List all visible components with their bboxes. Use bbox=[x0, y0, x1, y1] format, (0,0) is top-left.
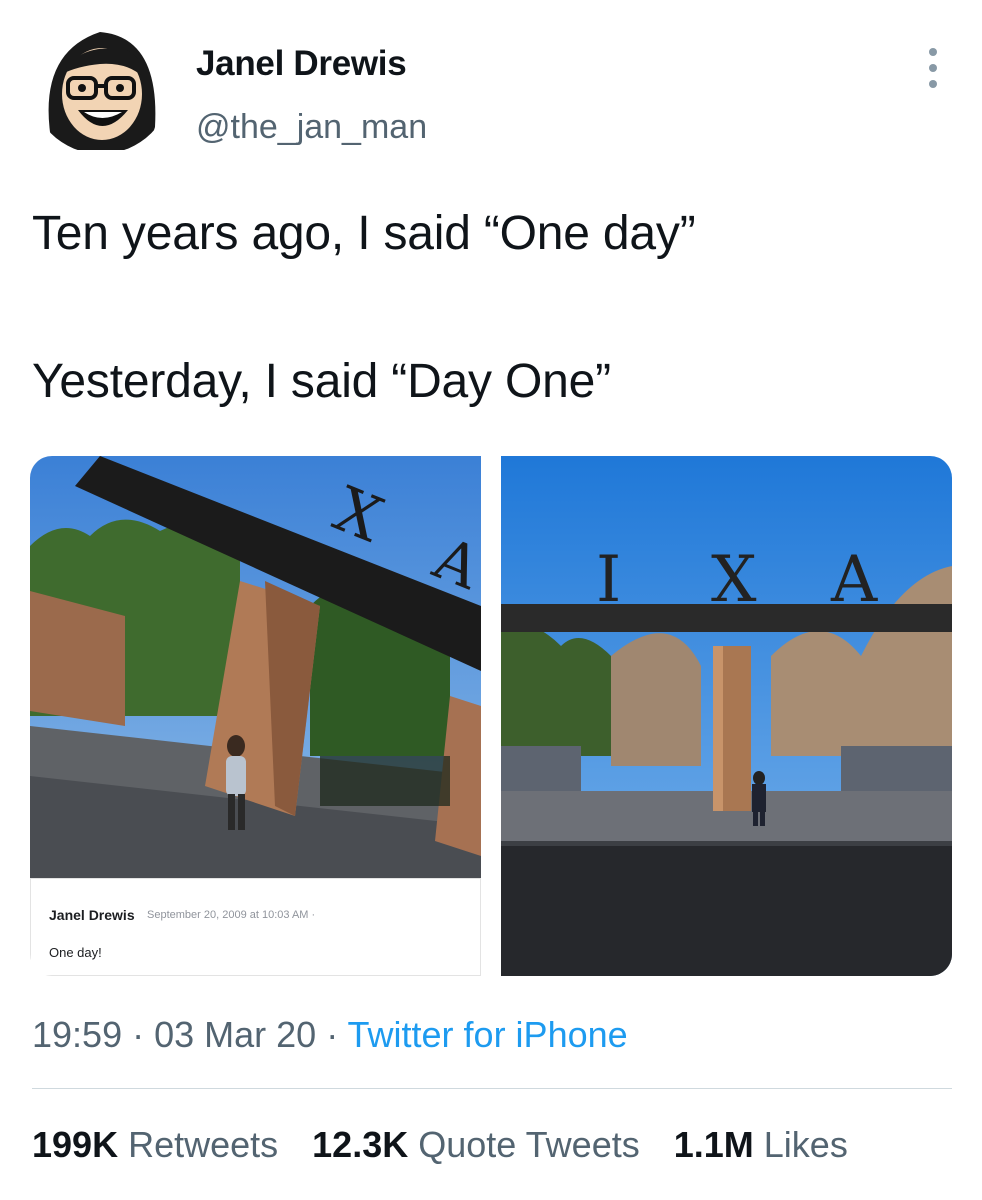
avatar[interactable] bbox=[30, 12, 172, 154]
quote-tweets-count: 12.3K bbox=[312, 1124, 409, 1165]
tweet-meta: 19:59 · 03 Mar 20 · Twitter for iPhone bbox=[32, 1014, 628, 1056]
sign-letter-i: I bbox=[596, 543, 621, 617]
divider bbox=[32, 1088, 952, 1089]
pixar-gate-2009-photo: X A bbox=[30, 456, 481, 878]
sign-letter-a: A bbox=[830, 543, 878, 617]
tweet-text-line-1: Ten years ago, I said “One day” bbox=[32, 207, 696, 260]
dot bbox=[929, 48, 937, 56]
facebook-post-caption: Janel Drewis September 20, 2009 at 10:03… bbox=[30, 878, 481, 976]
quote-tweets-label: Quote Tweets bbox=[418, 1124, 640, 1165]
dot bbox=[929, 64, 937, 72]
likes-label: Likes bbox=[763, 1124, 848, 1165]
media-photo-left[interactable]: X A Janel Drewis September 20, 2009 at 1… bbox=[30, 456, 481, 976]
meta-separator: · bbox=[316, 1014, 348, 1055]
sign-letter-x: X bbox=[711, 543, 757, 617]
retweets-count: 199K bbox=[32, 1124, 119, 1165]
tweet-source-link[interactable]: Twitter for iPhone bbox=[348, 1014, 628, 1055]
quote-tweets-stat[interactable]: 12.3K Quote Tweets bbox=[312, 1124, 640, 1166]
tweet-time[interactable]: 19:59 bbox=[32, 1014, 122, 1055]
tweet-stats: 199K Retweets 12.3K Quote Tweets 1.1M Li… bbox=[32, 1124, 848, 1166]
meta-separator: · bbox=[122, 1014, 155, 1055]
avatar-cartoon-image bbox=[30, 12, 172, 154]
retweets-label: Retweets bbox=[128, 1124, 279, 1165]
likes-count: 1.1M bbox=[673, 1124, 754, 1165]
tweet-date[interactable]: 03 Mar 20 bbox=[154, 1014, 316, 1055]
tweet-media: X A Janel Drewis September 20, 2009 at 1… bbox=[30, 456, 952, 976]
likes-stat[interactable]: 1.1M Likes bbox=[674, 1124, 848, 1166]
facebook-post-author: Janel Drewis bbox=[49, 907, 135, 923]
facebook-post-message: One day! bbox=[49, 945, 102, 960]
more-options-icon[interactable] bbox=[918, 48, 948, 88]
media-photo-right[interactable]: I X A bbox=[501, 456, 952, 976]
retweets-stat[interactable]: 199K Retweets bbox=[32, 1124, 278, 1166]
author-handle[interactable]: @the_jan_man bbox=[196, 108, 427, 147]
dot bbox=[929, 80, 937, 88]
tweet-text-line-2: Yesterday, I said “Day One” bbox=[32, 355, 611, 408]
author-name[interactable]: Janel Drewis bbox=[196, 44, 407, 84]
facebook-post-date: September 20, 2009 at 10:03 AM · bbox=[147, 909, 316, 921]
pixar-gate-2020-photo: I X A bbox=[501, 456, 952, 976]
